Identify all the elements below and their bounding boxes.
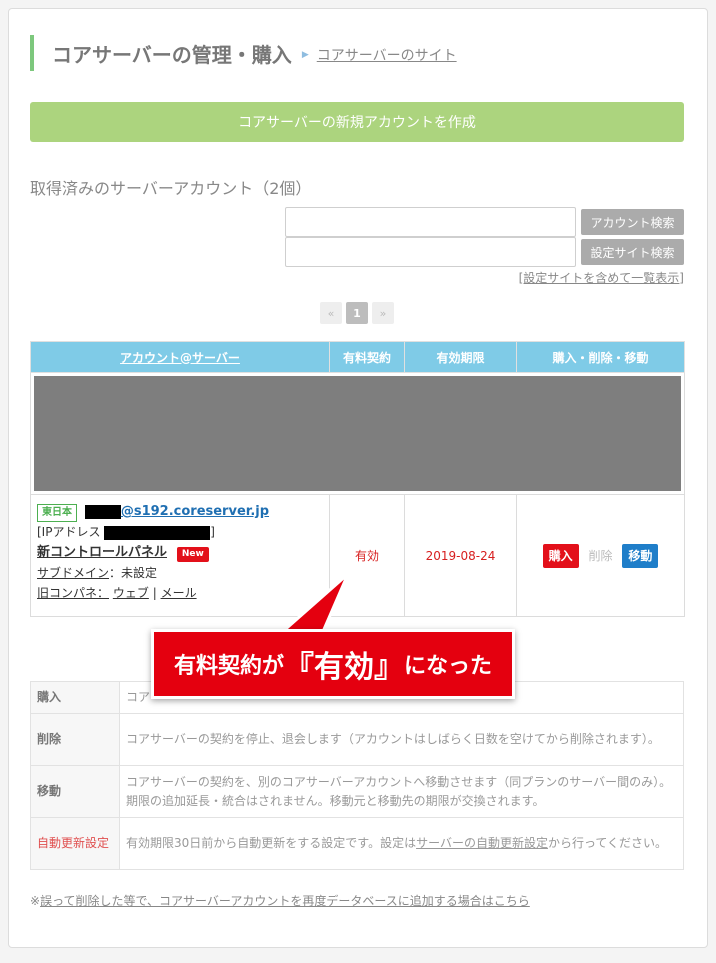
pagination: « 1 » bbox=[320, 302, 398, 324]
footnote: ※誤って削除した等で、コアサーバーアカウントを再度データベースに追加する場合はこ… bbox=[30, 892, 530, 909]
redacted-row bbox=[30, 372, 685, 495]
legend-key-move: 移動 bbox=[30, 765, 120, 818]
col-paid: 有料契約 bbox=[329, 341, 405, 373]
move-button[interactable]: 移動 bbox=[622, 543, 659, 568]
old-cp-separator: | bbox=[152, 586, 157, 600]
legend-desc-delete: コアサーバーの契約を停止、退会します（アカウントはしばらく日数を空けてから削除さ… bbox=[119, 713, 684, 766]
triangle-right-icon: ▶ bbox=[301, 50, 309, 60]
subdomain-link[interactable]: サブドメイン bbox=[37, 566, 109, 580]
autorenew-settings-link[interactable]: サーバーの自動更新設定 bbox=[416, 836, 548, 850]
account-search-input[interactable] bbox=[285, 207, 576, 237]
callout-text-after: になった bbox=[404, 654, 493, 679]
ip-label: [IPアドレス bbox=[37, 525, 101, 539]
old-cp-mail-link[interactable]: メール bbox=[161, 586, 197, 600]
callout-text-before: 有料契約が bbox=[173, 654, 284, 679]
buy-button[interactable]: 購入 bbox=[542, 543, 579, 568]
legend-key-buy: 購入 bbox=[30, 681, 120, 714]
create-account-button[interactable]: コアサーバーの新規アカウントを作成 bbox=[30, 102, 684, 142]
redacted-ip bbox=[104, 525, 211, 540]
readd-account-link[interactable]: 誤って削除した等で、コアサーバーアカウントを再度データベースに追加する場合はこち… bbox=[40, 894, 530, 908]
old-cp-web-link[interactable]: ウェブ bbox=[113, 586, 149, 600]
table-row bbox=[30, 372, 685, 495]
site-search-input[interactable] bbox=[285, 237, 576, 267]
accounts-title: 取得済みのサーバーアカウント（2個） bbox=[30, 179, 312, 198]
server-link[interactable]: @s192.coreserver.jp bbox=[121, 504, 269, 519]
redacted-account-name bbox=[84, 504, 121, 519]
legend-desc-autorenew: 有効期限30日前から自動更新をする設定です。設定はサーバーの自動更新設定から行っ… bbox=[119, 817, 684, 870]
annotation-callout: 有料契約が 『有効』 になった bbox=[151, 629, 515, 699]
ip-suffix: ] bbox=[210, 525, 215, 539]
redacted-block bbox=[34, 376, 681, 491]
col-expiry: 有効期限 bbox=[404, 341, 517, 373]
new-badge: New bbox=[176, 547, 209, 562]
expiry-date: 2019-08-24 bbox=[404, 494, 517, 617]
page-header: コアサーバーの管理・購入 ▶ コアサーバーのサイト bbox=[30, 35, 457, 71]
footnote-prefix: ※ bbox=[30, 894, 41, 908]
region-tag: 東日本 bbox=[37, 504, 77, 522]
pager-next[interactable]: » bbox=[372, 302, 394, 324]
page-title: コアサーバーの管理・購入 bbox=[52, 42, 292, 67]
coreserver-site-link[interactable]: コアサーバーのサイト bbox=[317, 45, 457, 65]
pager-prev[interactable]: « bbox=[320, 302, 342, 324]
pager-current[interactable]: 1 bbox=[346, 302, 368, 324]
list-all-link[interactable]: [設定サイトを含めて一覧表示] bbox=[519, 269, 684, 286]
legend-key-delete: 削除 bbox=[30, 713, 120, 766]
subdomain-value: ：未設定 bbox=[109, 566, 158, 580]
actions-cell: 購入 削除 移動 bbox=[516, 494, 685, 617]
old-cp-label: 旧コンパネ： bbox=[37, 586, 110, 600]
col-account-server[interactable]: アカウント@サーバー bbox=[30, 341, 330, 373]
site-search-button[interactable]: 設定サイト検索 bbox=[581, 239, 684, 265]
account-search-button[interactable]: アカウント検索 bbox=[581, 209, 684, 235]
delete-button[interactable]: 削除 bbox=[588, 547, 612, 564]
legend-key-autorenew: 自動更新設定 bbox=[30, 817, 120, 870]
autorenew-desc-tail: から行ってください。 bbox=[547, 836, 668, 850]
new-control-panel-link[interactable]: 新コントロールパネル bbox=[37, 545, 167, 560]
callout-highlight: 『有効』 bbox=[284, 650, 404, 685]
col-actions: 購入・削除・移動 bbox=[516, 341, 685, 373]
autorenew-desc-text: 有効期限30日前から自動更新をする設定です。設定は bbox=[126, 836, 417, 850]
legend-table: 購入 コア 削除 コアサーバーの契約を停止、退会します（アカウントはしばらく日数… bbox=[30, 681, 684, 870]
callout-pointer bbox=[276, 572, 350, 636]
legend-desc-move: コアサーバーの契約を、別のコアサーバーアカウントへ移動させます（同プランのサーバ… bbox=[119, 765, 684, 818]
